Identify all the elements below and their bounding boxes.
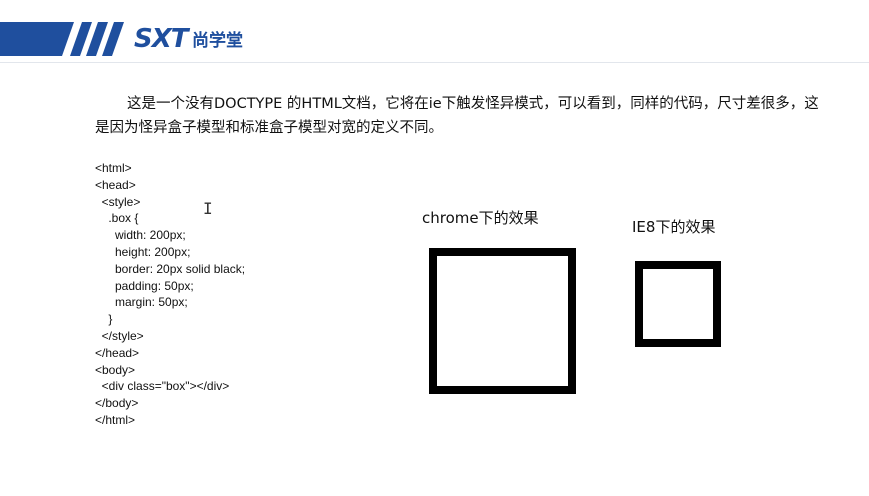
code-line: </style> xyxy=(95,328,144,343)
code-line: <head> xyxy=(95,177,136,192)
chrome-result-label: chrome下的效果 xyxy=(422,209,539,227)
code-line: } xyxy=(95,312,113,327)
logo-chinese-name: 尚学堂 xyxy=(192,31,243,51)
code-sample: <html> <head> <style> .box { width: 200px… xyxy=(95,160,245,429)
code-line: .box { xyxy=(95,211,139,226)
code-line: <style> xyxy=(95,194,141,209)
code-line: </head> xyxy=(95,345,140,360)
code-line: <html> xyxy=(95,161,132,175)
text-cursor-icon: I xyxy=(203,199,213,218)
ie8-result-label: IE8下的效果 xyxy=(632,218,716,236)
header-bar: SXT 尚学堂 xyxy=(0,0,869,62)
code-line: width: 200px; xyxy=(95,228,186,243)
intro-paragraph: 这是一个没有DOCTYPE 的HTML文档，它将在ie下触发怪异模式，可以看到，… xyxy=(95,96,819,136)
logo-stripes-icon xyxy=(0,22,124,56)
ie8-box-render xyxy=(635,261,721,347)
code-line: height: 200px; xyxy=(95,244,191,259)
chrome-box-render xyxy=(429,248,576,394)
code-line: border: 20px solid black; xyxy=(95,261,246,276)
code-line: <div class="box"></div> xyxy=(95,379,230,394)
code-line: margin: 50px; xyxy=(95,295,188,310)
code-line: <body> xyxy=(95,362,136,377)
header-divider xyxy=(0,62,869,63)
code-line: padding: 50px; xyxy=(95,278,194,293)
logo-wordmark: SXT xyxy=(134,24,189,54)
code-line: </body> xyxy=(95,396,139,411)
code-line: </html> xyxy=(95,412,136,427)
